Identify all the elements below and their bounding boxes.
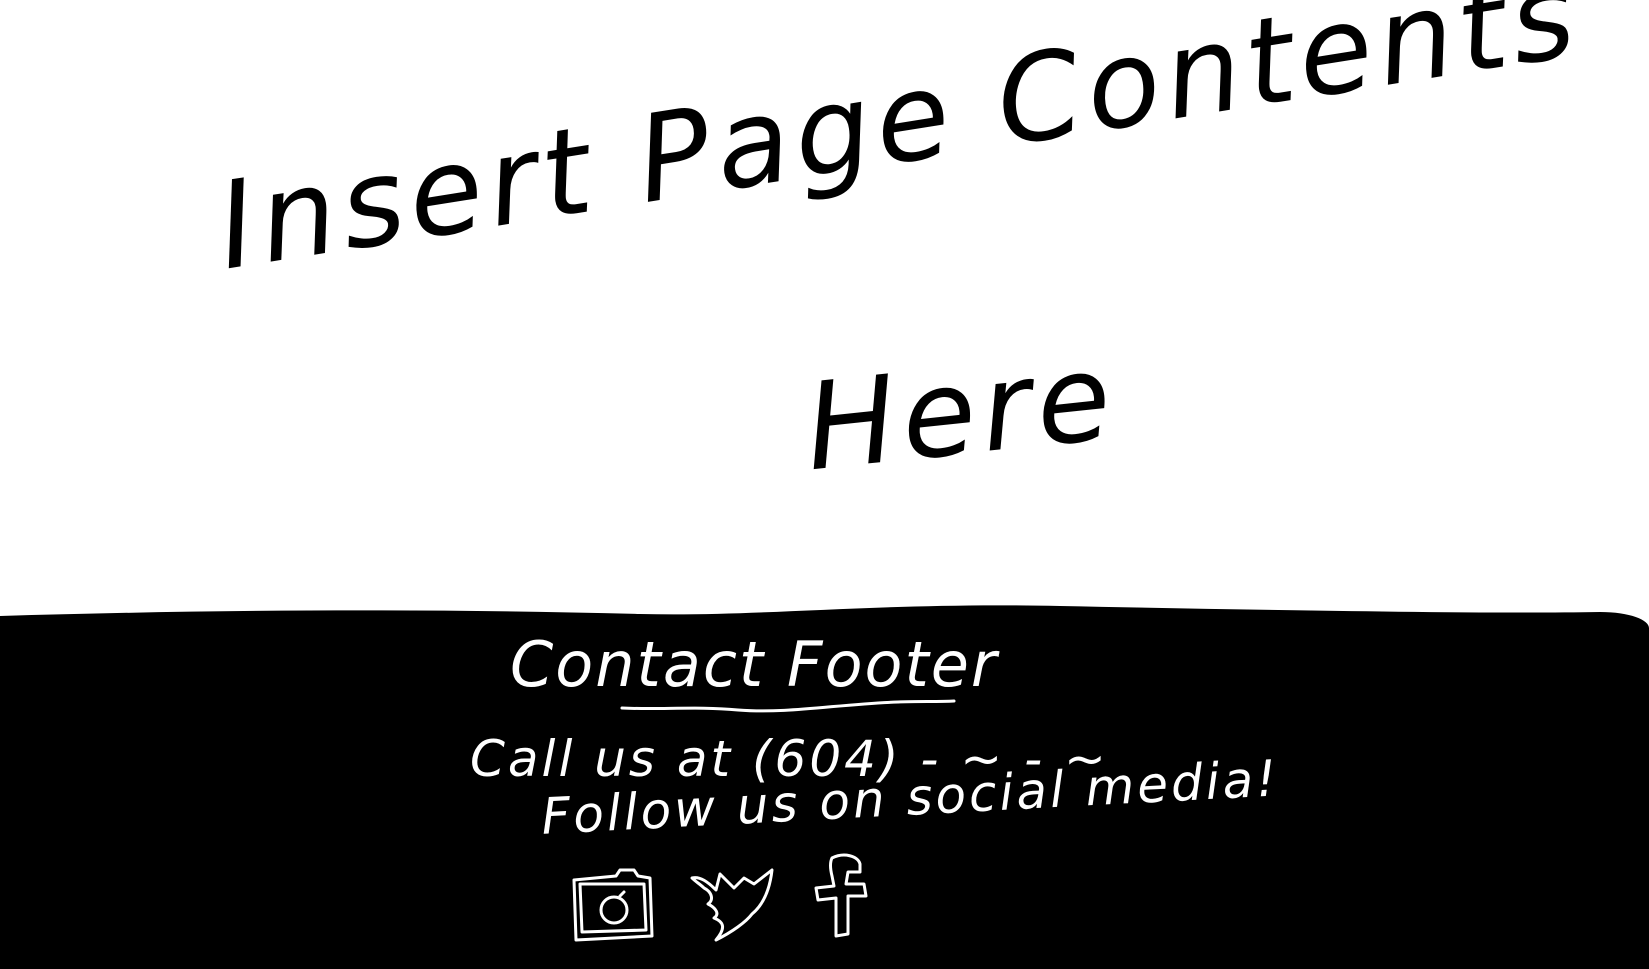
twitter-icon[interactable] — [686, 848, 786, 948]
main-placeholder-line-2: Here — [798, 327, 1124, 499]
footer-title: Contact Footer — [510, 628, 999, 701]
footer-title-underline — [620, 699, 956, 713]
facebook-icon[interactable] — [800, 848, 880, 948]
page-canvas: Insert Page Contents Here Contact Footer… — [0, 0, 1649, 969]
instagram-icon[interactable] — [568, 848, 658, 948]
main-placeholder-line-1: Insert Page Contents — [208, 0, 1590, 298]
contact-footer: Contact Footer Call us at (604) - ~ - ~ … — [0, 600, 1649, 969]
